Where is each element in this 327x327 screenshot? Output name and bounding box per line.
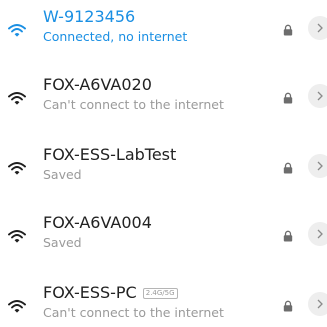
network-name: FOX-A6VA020 — [43, 75, 152, 94]
network-status: Connected, no internet — [43, 29, 188, 44]
network-details-button[interactable] — [308, 16, 327, 40]
chevron-right-icon — [317, 299, 323, 309]
chevron-right-icon — [317, 23, 323, 33]
network-name: FOX-A6VA004 — [43, 213, 152, 232]
lock-icon — [283, 24, 293, 36]
network-status: Saved — [43, 235, 82, 250]
network-details-button[interactable] — [308, 222, 327, 246]
network-details-button[interactable] — [308, 84, 327, 108]
band-badge: 2.4G/5G — [142, 288, 178, 299]
wifi-signal-icon — [8, 91, 26, 105]
network-name: FOX-ESS-LabTest — [43, 145, 177, 164]
chevron-right-icon — [317, 91, 323, 101]
network-details-button[interactable] — [308, 154, 327, 178]
network-status: Saved — [43, 167, 82, 182]
wifi-signal-icon — [8, 161, 26, 175]
network-details-button[interactable] — [308, 292, 327, 316]
lock-icon — [283, 300, 293, 312]
network-row[interactable]: FOX-A6VA020 Can't connect to the interne… — [0, 75, 327, 131]
network-row[interactable]: FOX-ESS-PC 2.4G/5G Can't connect to the i… — [0, 283, 327, 327]
network-name-text: FOX-ESS-PC — [43, 283, 137, 302]
wifi-signal-icon — [8, 23, 26, 37]
wifi-network-list: W-9123456 Connected, no internet FOX-A6V… — [0, 0, 327, 327]
chevron-right-icon — [317, 161, 323, 171]
wifi-signal-icon — [8, 299, 26, 313]
network-name: W-9123456 — [43, 7, 136, 26]
lock-icon — [283, 162, 293, 174]
network-row[interactable]: FOX-A6VA004 Saved — [0, 213, 327, 269]
wifi-signal-icon — [8, 229, 26, 243]
network-row[interactable]: W-9123456 Connected, no internet — [0, 7, 327, 63]
network-status: Can't connect to the internet — [43, 305, 224, 320]
chevron-right-icon — [317, 229, 323, 239]
network-status: Can't connect to the internet — [43, 97, 224, 112]
network-name: FOX-ESS-PC 2.4G/5G — [43, 283, 178, 303]
lock-icon — [283, 92, 293, 104]
lock-icon — [283, 230, 293, 242]
network-row[interactable]: FOX-ESS-LabTest Saved — [0, 145, 327, 201]
